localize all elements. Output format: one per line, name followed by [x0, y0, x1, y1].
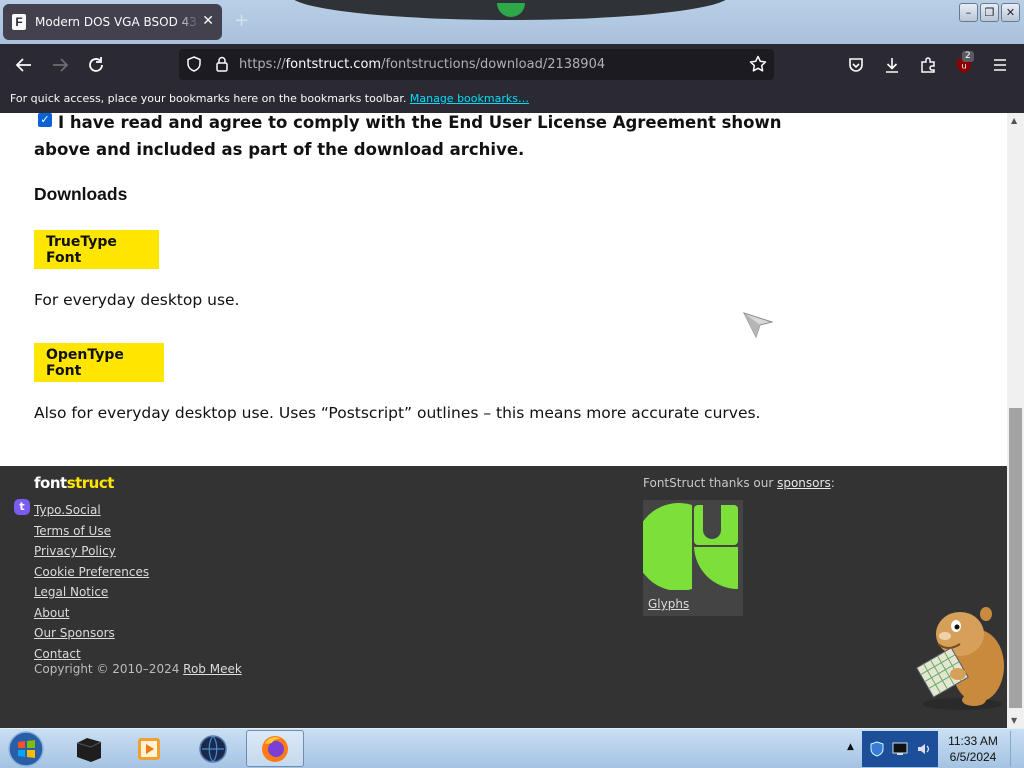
- footer-link-contact[interactable]: Contact: [34, 644, 149, 665]
- navigation-toolbar: https://fontstruct.com/fontstructions/do…: [0, 44, 1024, 86]
- fontstruct-favicon-icon: F: [12, 14, 26, 30]
- footer-link-about[interactable]: About: [34, 603, 149, 624]
- windows-taskbar: ▲ 11:33 AM 6/5/2024: [0, 728, 1024, 768]
- url-bar[interactable]: https://fontstruct.com/fontstructions/do…: [179, 49, 774, 80]
- opentype-description: Also for everyday desktop use. Uses “Pos…: [34, 404, 761, 422]
- forward-arrow-icon[interactable]: [46, 52, 74, 78]
- hamster-mascot-icon: [915, 607, 1004, 710]
- footer-link-typo-social[interactable]: Typo.Social: [34, 500, 149, 521]
- sponsor-thanks-text: FontStruct thanks our: [643, 476, 778, 490]
- window-controls: – ❐ ✕: [955, 0, 1024, 25]
- glyphs-logo-icon: [643, 503, 738, 590]
- close-tab-icon[interactable]: ✕: [202, 13, 214, 29]
- volume-tray-icon[interactable]: [916, 741, 932, 757]
- tab-title: Modern DOS VGA BSOD 437 Wi: [35, 15, 200, 29]
- fontstruct-logo-font: font: [34, 474, 67, 492]
- clock-date: 6/5/2024: [949, 750, 997, 764]
- bookmark-star-icon[interactable]: [748, 54, 768, 74]
- extension-badge: 2: [962, 51, 974, 62]
- sponsor-thanks-colon: :: [830, 476, 835, 490]
- fontstruct-logo-struct: struct: [66, 474, 115, 492]
- eula-checkbox[interactable]: ✓: [38, 113, 52, 127]
- scroll-down-arrow-icon[interactable]: ▼: [1011, 716, 1017, 725]
- media-player-icon: [138, 737, 160, 760]
- author-link[interactable]: Rob Meek: [183, 662, 242, 676]
- eula-agreement-text: I have read and agree to comply with the…: [34, 113, 782, 159]
- footer-link-cookies[interactable]: Cookie Preferences: [34, 562, 149, 583]
- url-path: /fontstructions/download/2138904: [381, 57, 606, 72]
- footer-link-sponsors[interactable]: Our Sponsors: [34, 623, 149, 644]
- back-arrow-icon[interactable]: [10, 52, 38, 78]
- eula-agreement: I have read and agree to comply with the…: [34, 113, 794, 163]
- sponsor-card-glyphs[interactable]: Glyphs: [643, 500, 743, 616]
- tracking-protection-shield-icon[interactable]: [185, 55, 203, 73]
- sponsor-name: Glyphs: [648, 597, 690, 611]
- sponsors-link[interactable]: sponsors: [777, 476, 831, 490]
- network-monitor-tray-icon[interactable]: [892, 742, 908, 756]
- menu-hamburger-icon[interactable]: [986, 52, 1014, 78]
- bookmarks-toolbar: For quick access, place your bookmarks h…: [0, 86, 1024, 113]
- url-scheme: https://: [239, 57, 286, 72]
- bookmarks-hint: For quick access, place your bookmarks h…: [10, 92, 407, 105]
- tray-expand-arrow-icon[interactable]: ▲: [847, 742, 854, 752]
- footer-link-privacy[interactable]: Privacy Policy: [34, 541, 149, 562]
- url-text: https://fontstruct.com/fontstructions/do…: [239, 57, 605, 72]
- new-tab-icon[interactable]: +: [234, 10, 249, 31]
- opentype-download-button[interactable]: OpenType Font: [34, 343, 164, 382]
- scroll-up-arrow-icon[interactable]: ▲: [1011, 116, 1017, 125]
- close-window-button[interactable]: ✕: [1001, 3, 1020, 22]
- restore-button[interactable]: ❐: [980, 3, 999, 22]
- tab-active[interactable]: F Modern DOS VGA BSOD 437 Wi ✕: [3, 4, 222, 40]
- svg-text:u: u: [961, 62, 966, 71]
- footer-link-legal[interactable]: Legal Notice: [34, 582, 149, 603]
- taskbar-terminal[interactable]: [60, 730, 118, 767]
- taskbar-firefox[interactable]: [246, 730, 304, 767]
- clock-time: 11:33 AM: [948, 734, 998, 748]
- extensions-puzzle-icon[interactable]: [914, 52, 942, 78]
- truetype-download-button[interactable]: TrueType Font: [34, 230, 159, 269]
- page-scrollbar[interactable]: ▲ ▼: [1007, 113, 1024, 728]
- show-desktop-button[interactable]: [1010, 731, 1024, 767]
- url-host: fontstruct.com: [285, 57, 382, 72]
- terminal-app-icon: [76, 737, 102, 762]
- footer-link-terms[interactable]: Terms of Use: [34, 521, 149, 542]
- page-content: I have read and agree to comply with the…: [0, 113, 1007, 466]
- footer-links: Typo.Social Terms of Use Privacy Policy …: [34, 500, 149, 664]
- scrollbar-thumb[interactable]: [1009, 408, 1022, 708]
- taskbar-browser-globe[interactable]: [184, 730, 242, 767]
- firefox-app-icon: [262, 735, 288, 762]
- fontstruct-logo[interactable]: fontstruct: [34, 474, 114, 492]
- globe-app-icon: [199, 734, 227, 763]
- truetype-description: For everyday desktop use.: [34, 291, 240, 309]
- sponsor-thanks: FontStruct thanks our sponsors:: [643, 476, 835, 490]
- system-tray: ▲ 11:33 AM 6/5/2024: [840, 729, 1024, 768]
- taskbar-clock[interactable]: 11:33 AM 6/5/2024: [940, 733, 1006, 765]
- minimize-button[interactable]: –: [959, 3, 978, 22]
- copyright: Copyright © 2010–2024 Rob Meek: [34, 662, 242, 676]
- security-shield-tray-icon[interactable]: [870, 741, 884, 757]
- manage-bookmarks-link[interactable]: Manage bookmarks…: [410, 92, 529, 105]
- taskbar-media-player[interactable]: [120, 730, 178, 767]
- downloads-icon[interactable]: [878, 52, 906, 78]
- lock-icon[interactable]: [213, 55, 231, 73]
- reload-icon[interactable]: [82, 52, 110, 78]
- tab-strip: F Modern DOS VGA BSOD 437 Wi ✕ + – ❐ ✕: [0, 0, 1024, 44]
- mouse-cursor-icon: [743, 312, 773, 339]
- tray-icons: [862, 731, 938, 767]
- downloads-heading: Downloads: [34, 184, 128, 204]
- site-footer: fontstruct t Typo.Social Terms of Use Pr…: [0, 466, 1007, 728]
- start-orb-icon[interactable]: [6, 731, 46, 767]
- pocket-icon[interactable]: [842, 52, 870, 78]
- typo-social-icon: t: [14, 499, 30, 515]
- copyright-text: Copyright © 2010–2024: [34, 662, 184, 676]
